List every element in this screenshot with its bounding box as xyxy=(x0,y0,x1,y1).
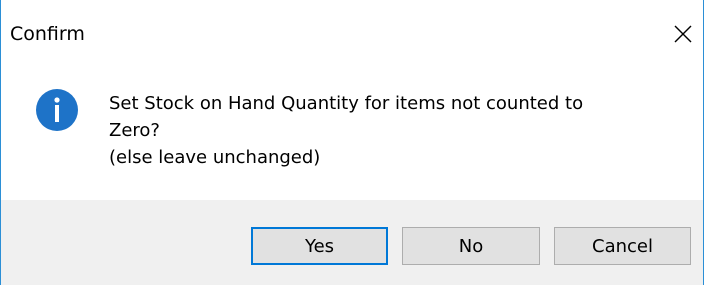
yes-button[interactable]: Yes xyxy=(251,227,388,265)
dialog-title: Confirm xyxy=(10,23,85,45)
close-button[interactable] xyxy=(663,14,703,54)
message-text: Set Stock on Hand Quantity for items not… xyxy=(109,90,669,171)
title-bar[interactable]: Confirm xyxy=(1,0,703,60)
message-line: (else leave unchanged) xyxy=(109,147,321,168)
button-bar: Yes No Cancel xyxy=(1,200,703,285)
confirm-dialog: Confirm Set Stock on Hand Quantity for i… xyxy=(0,0,704,285)
no-button[interactable]: No xyxy=(402,227,540,265)
info-icon xyxy=(36,89,78,131)
message-line: Set Stock on Hand Quantity for items not… xyxy=(109,93,584,114)
message-line: Zero? xyxy=(109,120,160,141)
dialog-content: Set Stock on Hand Quantity for items not… xyxy=(1,60,703,200)
cancel-button[interactable]: Cancel xyxy=(554,227,691,265)
close-icon xyxy=(674,25,692,43)
